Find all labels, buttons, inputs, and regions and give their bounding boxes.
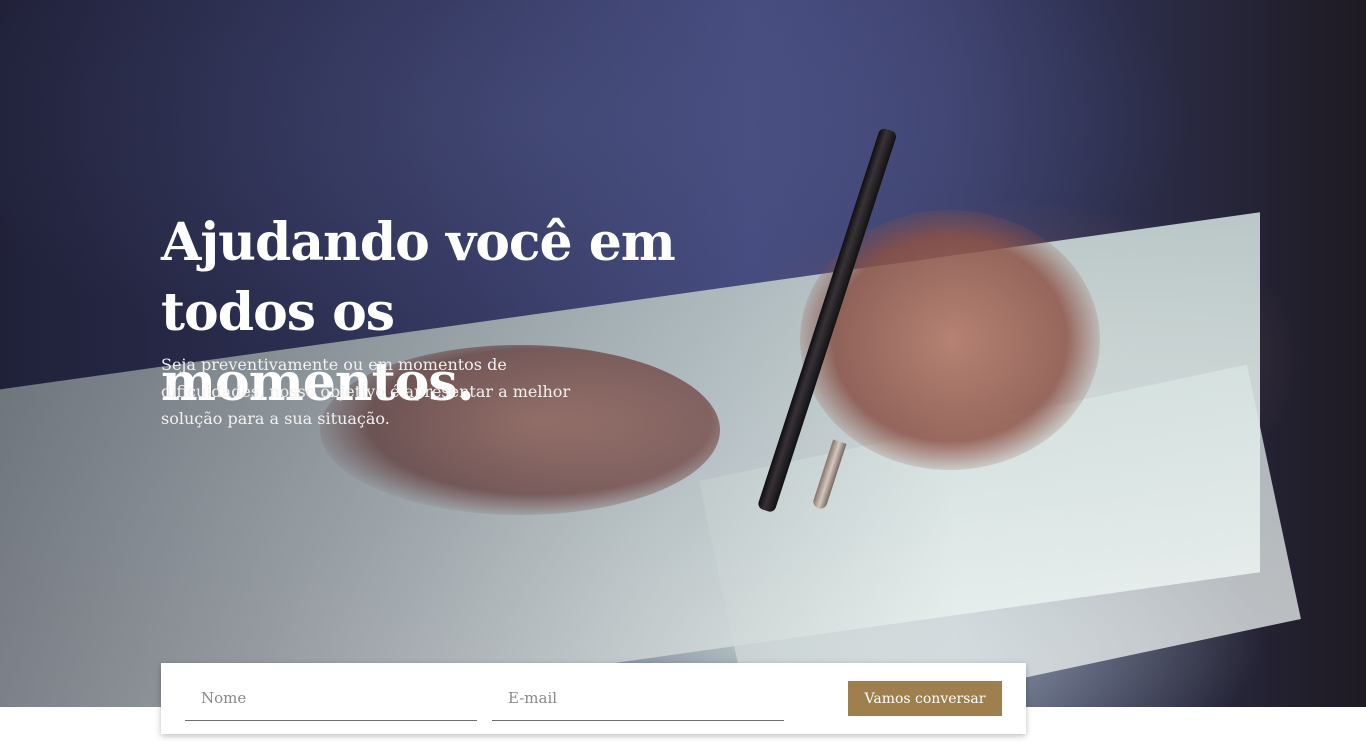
name-input[interactable] <box>185 676 477 721</box>
hero-subtitle: Seja preventivamente ou em momentos de d… <box>161 355 571 428</box>
submit-button[interactable]: Vamos conversar <box>848 681 1002 716</box>
email-input[interactable] <box>492 676 784 721</box>
contact-form: Vamos conversar <box>161 663 1026 734</box>
